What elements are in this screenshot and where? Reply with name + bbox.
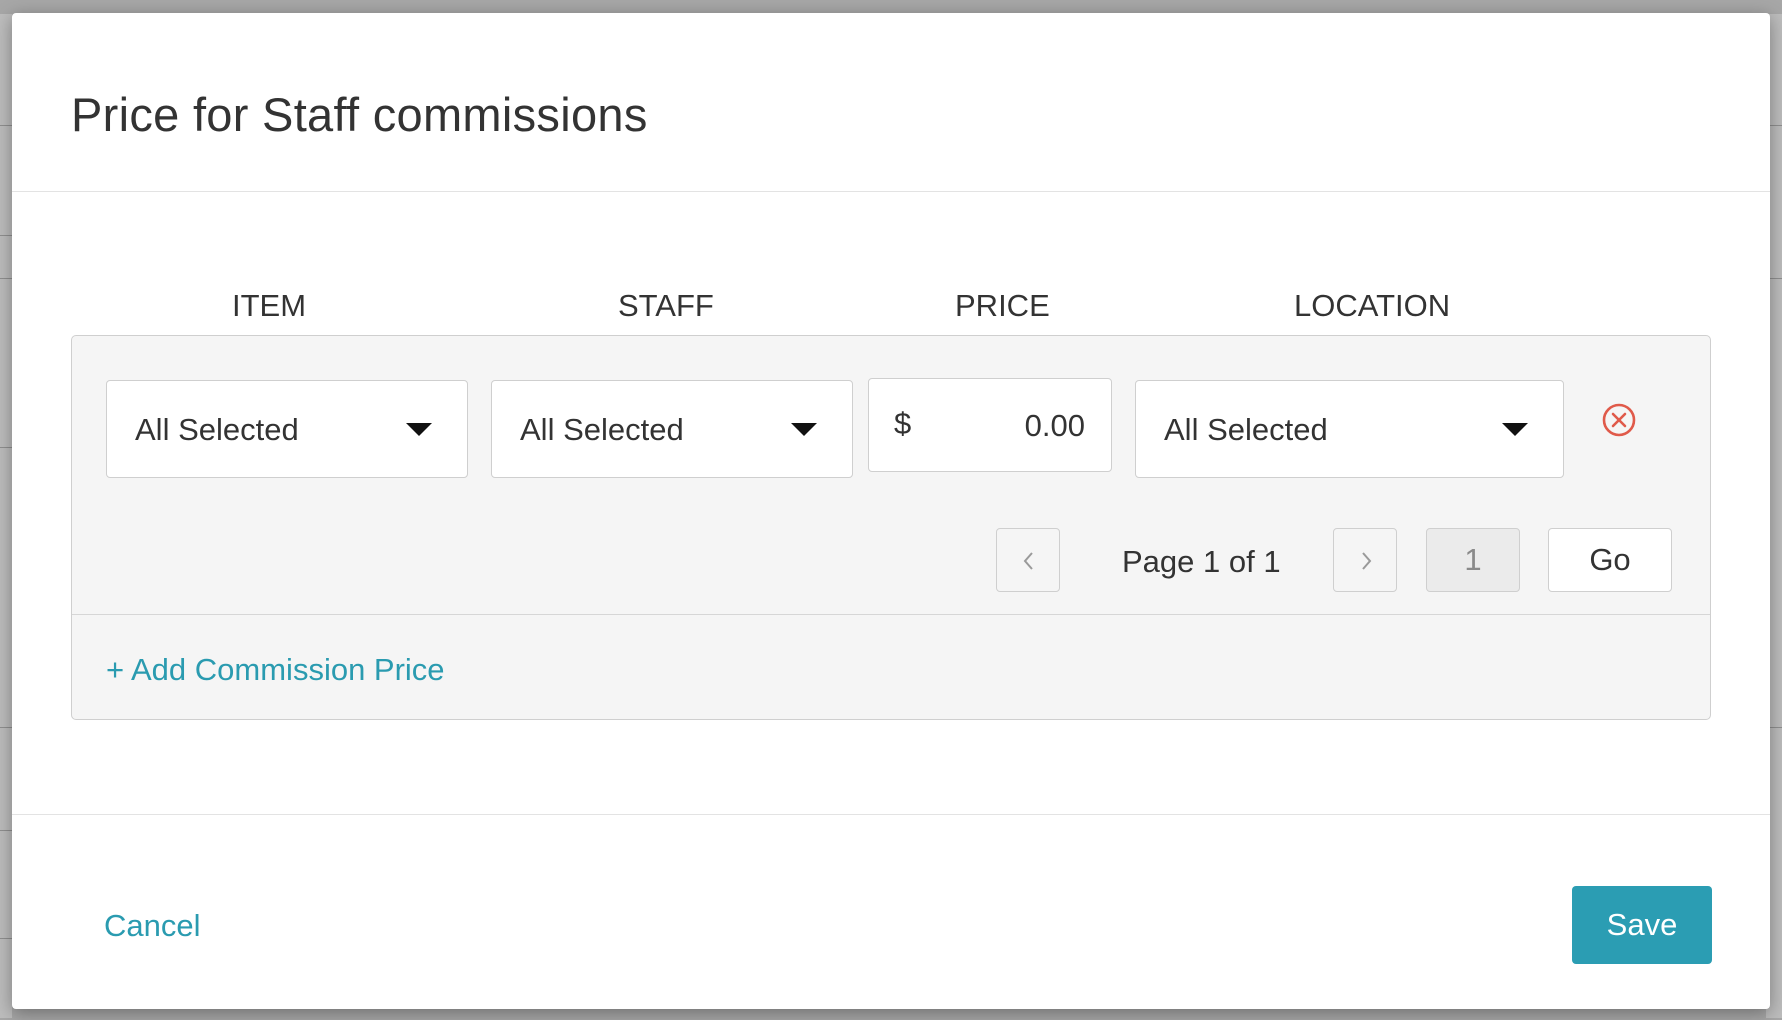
dialog-title: Price for Staff commissions	[71, 88, 648, 141]
cancel-button[interactable]: Cancel	[104, 908, 201, 944]
price-amount: 0.00	[1024, 408, 1085, 443]
background-divider	[0, 938, 12, 939]
commission-price-dialog: Price for Staff commissions ITEM STAFF P…	[12, 13, 1770, 1009]
item-select-value: All Selected	[135, 412, 299, 447]
caret-down-icon	[791, 423, 817, 436]
panel-divider	[72, 614, 1710, 615]
staff-select-value: All Selected	[520, 412, 684, 447]
page-indicator: Page 1 of 1	[1122, 544, 1281, 579]
save-button[interactable]: Save	[1572, 886, 1712, 964]
page-number-input[interactable]	[1426, 528, 1520, 592]
caret-down-icon	[406, 423, 432, 436]
chevron-right-icon	[1362, 552, 1372, 570]
column-header-price: PRICE	[955, 288, 1050, 323]
header-divider	[12, 191, 1770, 192]
previous-page-button[interactable]	[996, 528, 1060, 592]
background-divider	[0, 447, 12, 448]
background-divider	[0, 235, 12, 236]
column-header-staff: STAFF	[618, 288, 714, 323]
go-button[interactable]: Go	[1548, 528, 1672, 592]
chevron-left-icon	[1023, 552, 1033, 570]
location-select-value: All Selected	[1164, 412, 1328, 447]
column-header-location: LOCATION	[1294, 288, 1451, 323]
commission-price-panel: All Selected All Selected $ 0.00 All Sel…	[71, 335, 1711, 720]
remove-circle-icon[interactable]	[1601, 402, 1637, 438]
item-select[interactable]: All Selected	[106, 380, 468, 478]
staff-select[interactable]: All Selected	[491, 380, 853, 478]
next-page-button[interactable]	[1333, 528, 1397, 592]
background-divider	[0, 278, 12, 279]
column-header-item: ITEM	[232, 288, 307, 323]
footer-divider	[12, 814, 1770, 815]
currency-symbol: $	[894, 406, 912, 441]
background-divider	[0, 727, 12, 728]
price-input[interactable]: $ 0.00	[868, 378, 1112, 472]
background-divider	[0, 125, 12, 126]
background-left-strip	[0, 14, 12, 1018]
location-select[interactable]: All Selected	[1135, 380, 1564, 478]
add-commission-price-link[interactable]: + Add Commission Price	[106, 652, 445, 688]
caret-down-icon	[1502, 423, 1528, 436]
background-divider	[0, 830, 12, 831]
